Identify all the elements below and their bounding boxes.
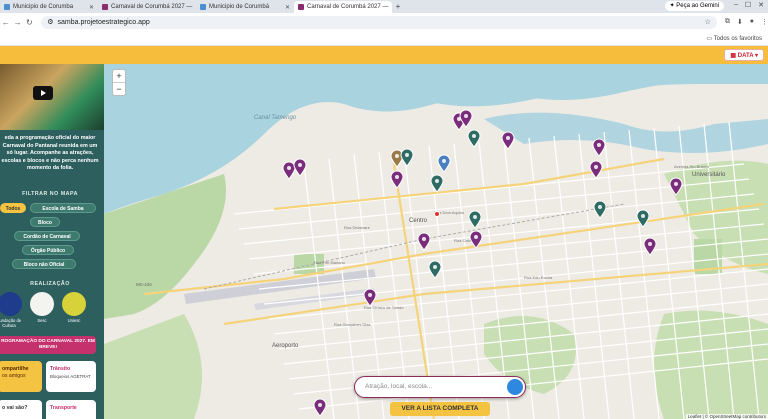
site-header: ▦ DATA ▾ — [0, 46, 768, 64]
gemini-label: Peça ao Gemini — [676, 3, 719, 9]
map-label-universitario: Universitário — [692, 172, 726, 178]
street-label: Avenida Rio Branco — [674, 164, 710, 169]
folder-icon: ▭ — [706, 36, 713, 42]
sponsor-label: Uniesc — [67, 318, 81, 323]
map-canvas[interactable]: Canal Tamengo Centro Universitário Aerop… — [104, 64, 768, 419]
tab-favicon-icon — [298, 4, 304, 10]
promo-banner: ROGRAMAÇÃO DO CARNAVAL 2027. EM BREVE! — [0, 336, 96, 354]
map-attribution: Leaflet | © OpenStreetMap contributors — [685, 414, 768, 419]
search-placeholder: Atração, local, escola... — [365, 383, 433, 390]
full-list-button[interactable]: VER A LISTA COMPLETA — [390, 402, 490, 416]
calendar-icon: ▦ — [730, 53, 737, 59]
sponsor-label: Sesc — [37, 318, 47, 323]
extensions-icon[interactable]: ⧉ — [725, 18, 730, 26]
map-label-aeroporto: Aeroporto — [272, 343, 299, 349]
card-title: Trânsito — [50, 366, 71, 372]
tab-favicon-icon — [4, 4, 10, 10]
close-window-icon[interactable]: ✕ — [758, 1, 764, 9]
browser-tab-bar: Municipio de Corumba ✕ Carnaval de Corumb… — [0, 0, 768, 13]
filter-escola-de-samba[interactable]: Escola de Samba — [30, 203, 96, 213]
browser-tab-2[interactable]: Carnaval de Corumbá 2027 — ✕ — [98, 1, 196, 13]
url-field[interactable]: ⚙ samba.projetoestrategico.app ☆ — [41, 15, 717, 29]
bookmark-star-icon[interactable]: ☆ — [705, 18, 711, 26]
zoom-in-button[interactable]: + — [113, 70, 125, 83]
zoom-control: + − — [112, 69, 126, 96]
all-bookmarks-label: Todos os favoritos — [713, 36, 762, 42]
downloads-icon[interactable]: ⬇ — [737, 18, 743, 26]
date-button-label: DATA — [737, 53, 754, 59]
transport-card[interactable]: Transporte — [46, 400, 96, 419]
browser-tab-3[interactable]: Municipio de Corumbá ✕ — [196, 1, 294, 13]
gemini-button[interactable]: ✦ Peça ao Gemini — [664, 1, 724, 11]
sponsor-logo — [0, 292, 22, 316]
tab-label: Municipio de Corumba — [13, 4, 74, 10]
gemini-icon: ✦ — [669, 3, 675, 9]
card-title: ompartilhe — [2, 366, 29, 372]
traffic-card[interactable]: Trânsito Bloqueios AGETRAT — [46, 361, 96, 392]
back-icon[interactable]: ← — [0, 18, 12, 27]
menu-icon[interactable]: ⋮ — [761, 18, 768, 26]
url-text: samba.projetoestrategico.app — [57, 18, 150, 26]
map-search-input[interactable]: Atração, local, escola... — [354, 376, 526, 398]
card-subtitle: Bloqueios AGETRAT — [50, 374, 91, 379]
zoom-out-button[interactable]: − — [113, 83, 125, 96]
intro-text: eda a programação oficial do maior Carna… — [1, 135, 99, 172]
all-bookmarks-button[interactable]: ▭ Todos os favoritos — [706, 35, 762, 42]
tab-favicon-icon — [102, 4, 108, 10]
street-label: Rua Gonçalves Dias — [334, 322, 370, 327]
filter-orgao-publico[interactable]: Órgão Público — [22, 245, 74, 255]
map-label-centro: Centro — [409, 218, 428, 224]
where-card[interactable]: o vai são? — [0, 400, 42, 419]
reload-icon[interactable]: ↻ — [24, 18, 36, 27]
filter-all[interactable]: Todos — [0, 203, 26, 213]
filter-bloco-nao-oficial[interactable]: Bloco não Oficial — [12, 259, 76, 269]
sidebar: eda a programação oficial do maior Carna… — [0, 64, 104, 419]
street-label: Rua Edu Rocha — [524, 275, 553, 280]
tab-label: Carnaval de Corumbá 2027 — — [111, 4, 193, 10]
map-label-river: Canal Tamengo — [254, 115, 297, 121]
card-title: Transporte — [50, 405, 77, 411]
filter-bloco[interactable]: Bloco — [30, 217, 60, 227]
location-dot-icon — [434, 211, 440, 217]
profile-icon[interactable]: ● — [750, 18, 754, 26]
address-bar-row: ← → ↻ ⚙ samba.projetoestrategico.app ☆ ⧉… — [0, 13, 768, 31]
tab-label: Carnaval de Corumbá 2027 — — [307, 4, 389, 10]
map-label-highway: MS-426 — [136, 282, 152, 287]
maximize-icon[interactable]: ☐ — [745, 1, 751, 9]
filter-cordao[interactable]: Cordão de Carnaval — [14, 231, 80, 241]
street-label: Rua Delamare — [344, 225, 371, 230]
search-icon[interactable] — [507, 379, 523, 395]
forward-icon[interactable]: → — [12, 18, 24, 27]
map[interactable]: Canal Tamengo Centro Universitário Aerop… — [104, 64, 768, 419]
sponsor-label: Fundação de Cultura — [0, 318, 22, 328]
share-card[interactable]: ompartilhe os amigos — [0, 361, 42, 392]
card-subtitle: os amigos — [2, 373, 26, 379]
street-label: Rua Frei Mariano — [314, 260, 346, 265]
browser-tab-4[interactable]: Carnaval de Corumbá 2027 — ✕ — [294, 1, 392, 13]
video-thumbnail[interactable] — [0, 64, 104, 130]
minimize-icon[interactable]: – — [734, 1, 738, 8]
sponsors-title: REALIZAÇÃO — [30, 281, 70, 287]
tab-favicon-icon — [200, 4, 206, 10]
bookmarks-bar: ▭ Todos os favoritos — [0, 31, 768, 46]
play-icon[interactable] — [33, 86, 53, 100]
card-title: o vai são? — [2, 405, 28, 411]
chevron-down-icon: ▾ — [754, 53, 758, 59]
new-tab-button[interactable]: + — [392, 1, 404, 13]
browser-tab-1[interactable]: Municipio de Corumba ✕ — [0, 1, 98, 13]
sponsor-logo — [30, 292, 54, 316]
tab-close-icon[interactable]: ✕ — [89, 4, 94, 11]
date-filter-button[interactable]: ▦ DATA ▾ — [724, 49, 764, 61]
tab-label: Municipio de Corumbá — [209, 4, 270, 10]
sponsor-logo — [62, 292, 86, 316]
filter-title: FILTRAR NO MAPA — [22, 191, 78, 197]
tab-close-icon[interactable]: ✕ — [285, 4, 290, 11]
site-info-icon[interactable]: ⚙ — [47, 18, 53, 26]
